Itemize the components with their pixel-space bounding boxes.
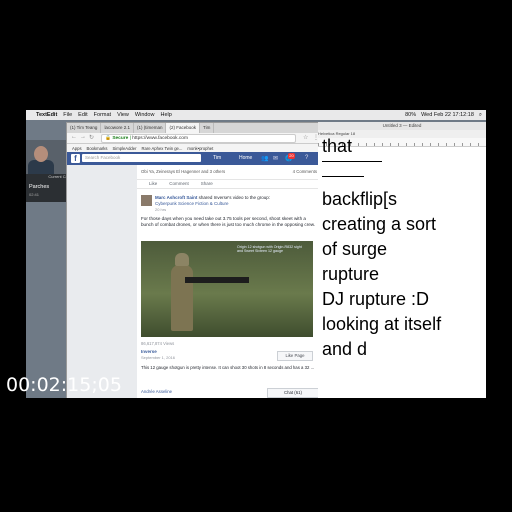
facebook-search-input[interactable]: Search Facebook: [82, 154, 201, 162]
home-link[interactable]: Home: [239, 155, 252, 161]
star-icon[interactable]: ☆: [303, 134, 308, 141]
doc-line: looking at itself: [322, 314, 442, 334]
post-actions: Like Comment Share: [137, 179, 321, 189]
doc-line: DJ rupture :D: [322, 289, 430, 309]
soldier-helmet: [175, 253, 189, 266]
bookmark-simpleadder[interactable]: SimpleAdder: [113, 146, 137, 151]
like-button[interactable]: Like: [149, 180, 157, 188]
shotgun-figure: [185, 277, 249, 283]
tab-tim-teang[interactable]: (1) Tim Teang: [67, 123, 102, 133]
battery-label[interactable]: 80%: [405, 112, 416, 118]
menu-view[interactable]: View: [117, 112, 129, 118]
menu-edit[interactable]: Edit: [78, 112, 87, 118]
call-duration: 02:41: [29, 192, 40, 197]
doc-divider: [322, 176, 364, 177]
mac-menu-bar: TextEdit File Edit Format View Window He…: [26, 110, 486, 120]
chrome-browser-window: (1) Tim Teang lacowore 2.1 (1) (timeman …: [66, 122, 324, 398]
chat-button[interactable]: Chat (61): [267, 388, 319, 398]
soldier-figure: [171, 265, 193, 331]
friends-icon[interactable]: 👥: [261, 155, 268, 162]
share-button[interactable]: Share: [201, 180, 213, 188]
secure-label: Secure: [112, 136, 129, 141]
doc-line: creating a sort: [322, 214, 437, 234]
desktop-screen: TextEdit File Edit Format View Window He…: [26, 110, 486, 398]
facebook-top-bar: f Search Facebook Tim Home 👥 ✉ 🌐 20 ?: [67, 152, 323, 165]
help-icon[interactable]: ?: [305, 155, 308, 161]
doc-line: of surge: [322, 239, 388, 259]
url-input[interactable]: 🔒 Secure | https://www.facebook.com: [101, 134, 296, 143]
menu-file[interactable]: File: [63, 112, 72, 118]
doc-line: backflip[s: [322, 189, 398, 209]
menu-help[interactable]: Help: [160, 112, 171, 118]
shared-page[interactable]: Inverse: [141, 349, 157, 354]
doc-line: and d: [322, 339, 368, 359]
video-description: This 12 gauge shotgun is pretty intense.…: [141, 365, 315, 370]
post-shared-text: shared Inverse's video to the group:: [198, 195, 271, 200]
reactions-summary[interactable]: Obi Ya, Zeinerays El Hagenner and 3 othe…: [141, 169, 225, 174]
video-caption: Origin 12 shotgun with Origin-R832 sight…: [237, 245, 302, 254]
news-feed: Obi Ya, Zeinerays El Hagenner and 3 othe…: [137, 165, 321, 398]
tab-timeman[interactable]: (1) (timeman: [134, 123, 167, 133]
avatar[interactable]: [141, 195, 152, 206]
tab-profile[interactable]: Tim: [200, 123, 215, 133]
textedit-document[interactable]: that backflip[s creating a sort of surge…: [322, 136, 482, 362]
bookmark-monk[interactable]: monk•prophet: [187, 146, 213, 151]
forward-icon[interactable]: →: [80, 134, 86, 140]
post-author[interactable]: Marc Ashcroft Saint: [155, 195, 197, 200]
address-bar-row: ← → ↻ 🔒 Secure | https://www.facebook.co…: [67, 133, 323, 144]
post-time[interactable]: 20 hrs: [155, 207, 166, 212]
post-video[interactable]: Origin 12 shotgun with Origin-R832 sight…: [141, 241, 313, 337]
caller-body: [28, 160, 54, 174]
search-icon[interactable]: ⌕: [479, 112, 482, 119]
bookmark-aphex[interactable]: Rare Aphex Twin ge...: [141, 146, 182, 151]
url-text: https://www.facebook.com: [132, 136, 188, 141]
post-group[interactable]: Cyberpunk Science Fiction & Culture: [155, 201, 229, 206]
doc-line: rupture: [322, 264, 380, 284]
caller-name: Parches: [29, 184, 50, 190]
profile-link[interactable]: Tim: [213, 155, 221, 161]
tab-facebook[interactable]: (2) Facebook: [166, 123, 200, 133]
notification-badge: 20: [288, 153, 295, 159]
messages-icon[interactable]: ✉: [273, 155, 278, 162]
tab-strip: (1) Tim Teang lacowore 2.1 (1) (timeman …: [67, 123, 323, 133]
post-header: Marc Ashcroft Saint shared Inverse's vid…: [155, 195, 315, 207]
tab-lacowore[interactable]: lacowore 2.1: [101, 123, 134, 133]
bookmark-apps[interactable]: Apps: [72, 146, 82, 151]
doc-divider: [322, 161, 382, 162]
doc-line: that: [322, 136, 353, 156]
menu-window[interactable]: Window: [135, 112, 155, 118]
clock-label[interactable]: Wed Feb 22 17:12:18: [421, 112, 474, 118]
post-text: For those days when you need take out 3.…: [141, 216, 316, 228]
menu-app-name[interactable]: TextEdit: [36, 112, 57, 118]
reload-icon[interactable]: ↻: [89, 134, 94, 141]
video-views: 86,617,874 Views: [141, 341, 175, 346]
menu-format[interactable]: Format: [94, 112, 111, 118]
comments-count[interactable]: 4 Comments: [293, 169, 317, 174]
menu-extras: 80% Wed Feb 22 17:12:18 ⌕: [400, 110, 482, 120]
comment-button[interactable]: Comment: [169, 180, 189, 188]
facebook-logo-icon[interactable]: f: [71, 154, 80, 163]
bookmark-bookmarks[interactable]: Bookmarks: [87, 146, 108, 151]
shared-date: September 1, 2016: [141, 355, 176, 360]
textedit-window: Untitled 3 — Edited Helvetica Regular 18…: [318, 122, 486, 398]
video-timecode: 00:02:15;05: [6, 374, 122, 396]
textedit-title: Untitled 3 — Edited: [318, 122, 486, 130]
like-page-button[interactable]: Like Page: [277, 351, 313, 361]
back-icon[interactable]: ←: [71, 134, 77, 140]
caller-face: [34, 146, 48, 162]
